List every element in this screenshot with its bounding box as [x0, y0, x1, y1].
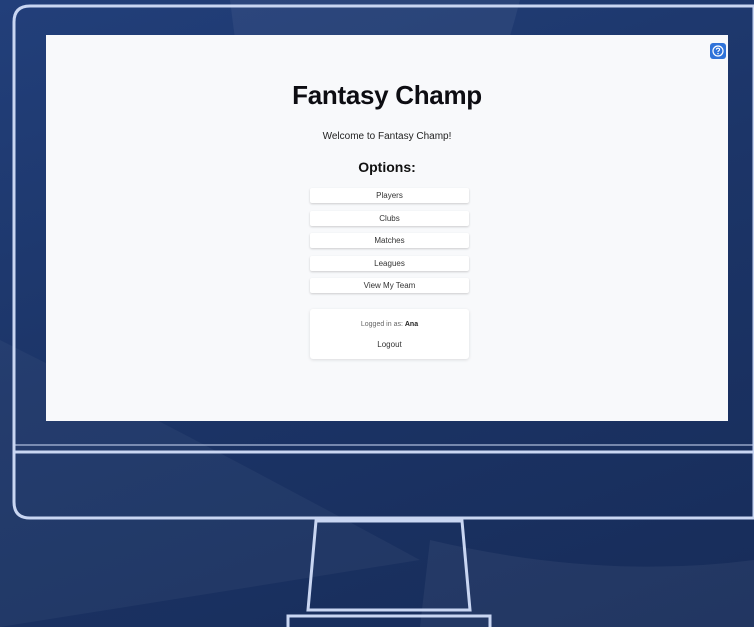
username: Ana [404, 321, 419, 328]
options-heading: Options: [358, 159, 416, 175]
page-title: Fantasy Champ [292, 80, 482, 110]
app-screen: Fantasy Champ Welcome to Fantasy Champ! … [46, 35, 728, 421]
help-button[interactable] [710, 43, 726, 59]
matches-button[interactable]: Matches [310, 233, 469, 248]
help-icon [712, 45, 724, 57]
desktop-background: Fantasy Champ Welcome to Fantasy Champ! … [0, 0, 754, 627]
players-button[interactable]: Players [310, 188, 469, 203]
session-card: Logged in as: Ana Logout [310, 309, 469, 359]
view-my-team-button[interactable]: View My Team [310, 278, 469, 293]
options-menu: Players Clubs Matches Leagues View My Te… [310, 188, 469, 301]
logged-in-status: Logged in as: Ana [310, 321, 469, 328]
welcome-text: Welcome to Fantasy Champ! [322, 131, 452, 142]
clubs-button[interactable]: Clubs [310, 210, 469, 226]
logout-button[interactable]: Logout [377, 340, 401, 349]
background-swirl-right [420, 540, 754, 627]
leagues-button[interactable]: Leagues [310, 255, 469, 271]
logged-in-label: Logged in as: [360, 321, 403, 328]
